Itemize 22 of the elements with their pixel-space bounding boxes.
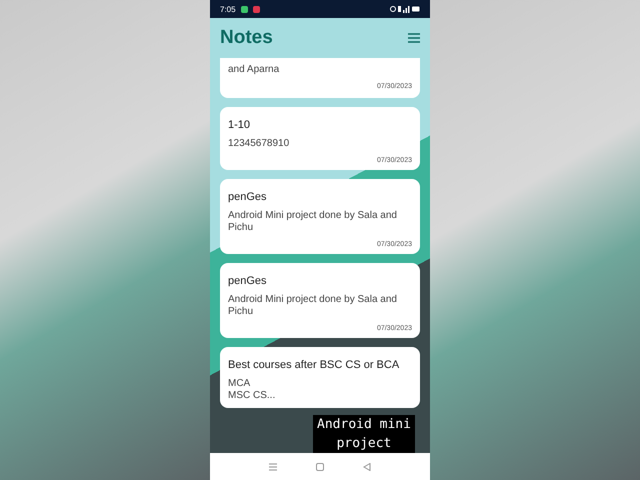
recents-button[interactable] [269,462,278,470]
note-body: Android Mini project done by Sala and Pichu [228,294,398,318]
status-time: 7:05 [220,4,236,14]
note-card[interactable]: Best courses after BSC CS or BCA MCA MSC CS... [220,347,420,408]
note-body: Android Mini project done by Sala and Pichu [228,210,398,234]
note-title: penGes [228,275,268,287]
signal-icon [390,5,420,13]
back-button[interactable] [362,462,371,470]
note-body: 12345678910 [228,138,290,150]
home-button[interactable] [316,462,324,470]
app-title: Notes [220,27,273,49]
menu-button[interactable] [408,33,420,43]
square-icon [316,462,324,470]
video-caption: Android mini project [313,415,415,453]
menu-icon [408,33,420,43]
note-title: Best courses after BSC CS or BCA [228,359,400,371]
note-title: penGes [228,191,268,203]
note-body: MCA MSC CS... [228,378,276,402]
note-body: and Aparna [228,64,280,76]
menu-icon [269,462,278,470]
back-icon [362,462,371,470]
note-title: 1-10 [228,119,252,131]
